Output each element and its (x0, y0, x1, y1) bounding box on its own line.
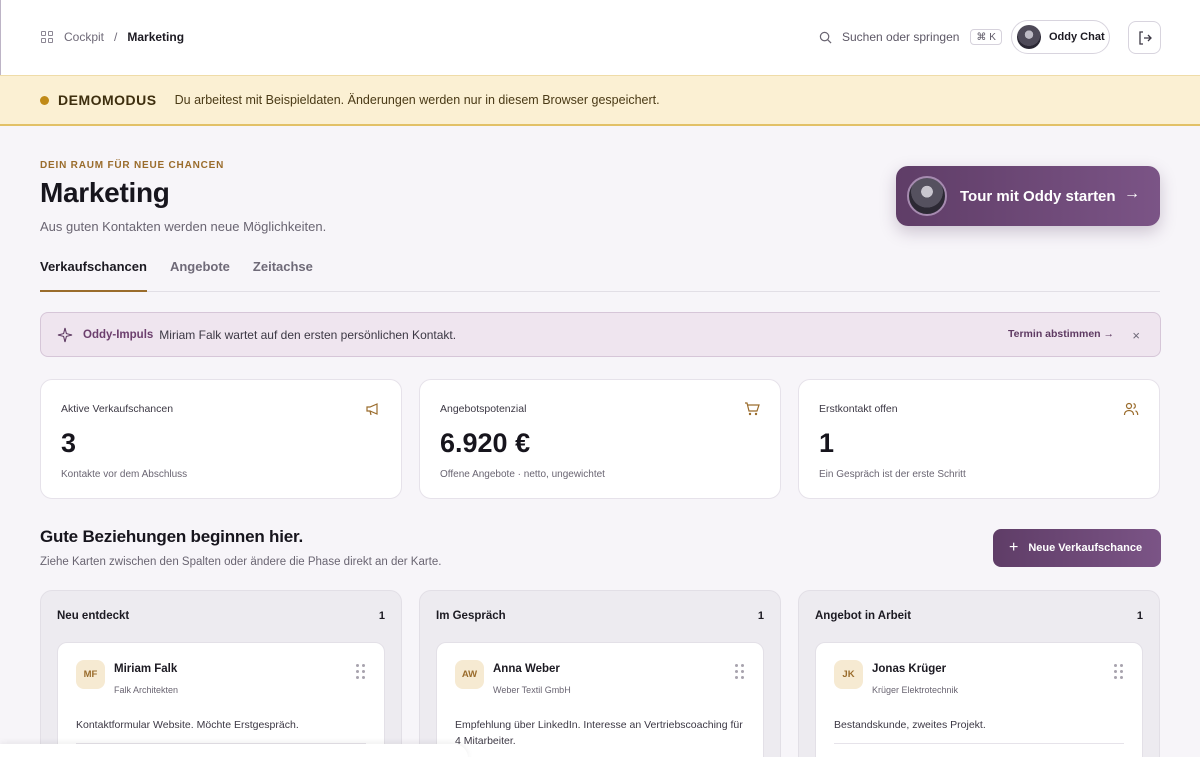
column-title: Im Gespräch (436, 610, 506, 622)
kanban-column-new: Neu entdeckt 1 MF Miriam Falk Falk Archi… (40, 590, 402, 757)
users-icon (1123, 402, 1139, 416)
drag-handle-icon[interactable] (356, 664, 365, 679)
card-note: Empfehlung über LinkedIn. Interesse an V… (455, 719, 743, 747)
oddy-avatar (1017, 25, 1041, 49)
new-opportunity-button[interactable]: + Neue Verkaufschance (993, 529, 1161, 567)
tab-zeitachse[interactable]: Zeitachse (253, 259, 313, 292)
search-trigger[interactable]: Suchen oder springen ⌘ K (819, 29, 1002, 45)
card-note: Bestandskunde, zweites Projekt. (834, 719, 986, 731)
breadcrumb: Cockpit / Marketing (41, 30, 184, 44)
breadcrumb-separator: / (114, 30, 118, 44)
contact-avatar: MF (76, 660, 105, 689)
tab-verkaufschancen[interactable]: Verkaufschancen (40, 259, 147, 292)
column-count: 1 (378, 610, 385, 622)
drag-handle-icon[interactable] (1114, 664, 1123, 679)
column-count: 1 (1136, 610, 1143, 622)
bottom-panel-edge (0, 744, 468, 757)
stat-label: Erstkontakt offen (819, 403, 898, 415)
drag-handle-icon[interactable] (735, 664, 744, 679)
stat-note: Ein Gespräch ist der erste Schritt (819, 469, 966, 480)
opportunity-card[interactable]: AW Anna Weber Weber Textil GmbH Empfehlu… (436, 642, 764, 757)
column-count: 1 (757, 610, 764, 622)
close-icon[interactable]: × (1132, 328, 1140, 343)
column-title: Neu entdeckt (57, 610, 130, 622)
stat-label: Angebotspotenzial (440, 403, 527, 415)
demo-mode-banner: DEMOMODUS Du arbeitest mit Beispieldaten… (0, 75, 1200, 126)
oddy-impulse-notice: Oddy-Impuls Miriam Falk wartet auf den e… (40, 312, 1161, 357)
kanban-column-in-conversation: Im Gespräch 1 AW Anna Weber Weber Textil… (419, 590, 781, 757)
contact-company: Krüger Elektrotechnik (872, 685, 959, 695)
page-title: Marketing (40, 177, 170, 208)
section-tabs: Verkaufschancen Angebote Zeitachse (40, 259, 1160, 292)
card-divider (834, 743, 1124, 744)
megaphone-icon (366, 403, 378, 416)
contact-name: Jonas Krüger (872, 663, 947, 675)
cart-icon (745, 402, 760, 416)
contact-avatar: JK (834, 660, 863, 689)
apps-grid-icon[interactable] (41, 31, 53, 43)
schedule-appointment-link[interactable]: Termin abstimmen → (1008, 328, 1114, 340)
opportunity-card[interactable]: JK Jonas Krüger Krüger Elektrotechnik Be… (815, 642, 1143, 757)
column-title: Angebot in Arbeit (815, 610, 912, 622)
search-label: Suchen oder springen (842, 30, 960, 44)
impulse-label: Oddy-Impuls (83, 328, 154, 341)
stat-note: Kontakte vor dem Abschluss (61, 469, 188, 480)
sparkle-icon (57, 327, 73, 342)
start-tour-button[interactable]: Tour mit Oddy starten → (896, 166, 1160, 226)
oddy-robot-avatar (907, 176, 947, 216)
stat-value: 6.920 € (440, 428, 531, 458)
stat-note: Offene Angebote · netto, ungewichtet (440, 469, 605, 480)
demo-mode-title: DEMOMODUS (58, 92, 157, 108)
card-note: Kontaktformular Website. Möchte Erstgesp… (76, 719, 299, 731)
opportunity-card[interactable]: MF Miriam Falk Falk Architekten Kontaktf… (57, 642, 385, 757)
contact-name: Miriam Falk (114, 663, 178, 675)
kanban-column-offer-in-progress: Angebot in Arbeit 1 JK Jonas Krüger Krüg… (798, 590, 1160, 757)
stat-value: 1 (819, 428, 835, 458)
stat-label: Aktive Verkaufschancen (61, 403, 174, 415)
new-opportunity-label: Neue Verkaufschance (1028, 542, 1143, 554)
oddy-chat-button[interactable]: Oddy Chat (1011, 20, 1110, 54)
breadcrumb-cockpit-link[interactable]: Cockpit (64, 30, 104, 44)
stat-card-offer-potential: Angebotspotenzial 6.920 € Offene Angebot… (419, 379, 781, 499)
search-icon (819, 31, 832, 43)
section-subtitle: Ziehe Karten zwischen den Spalten oder ä… (40, 556, 442, 568)
plus-icon: + (1009, 539, 1019, 556)
section-title: Gute Beziehungen beginnen hier. (40, 527, 303, 546)
page-eyebrow: DEIN RAUM FÜR NEUE CHANCEN (40, 160, 225, 171)
contact-name: Anna Weber (493, 663, 560, 675)
tab-angebote[interactable]: Angebote (170, 259, 230, 292)
top-bar: Cockpit / Marketing Suchen oder springen… (0, 0, 1200, 75)
contact-company: Falk Architekten (114, 685, 179, 695)
logout-button[interactable] (1128, 21, 1161, 54)
impulse-text: Miriam Falk wartet auf den ersten persön… (159, 327, 457, 342)
breadcrumb-current: Marketing (127, 30, 185, 44)
contact-avatar: AW (455, 660, 484, 689)
stat-card-active-opportunities: Aktive Verkaufschancen 3 Kontakte vor de… (40, 379, 402, 499)
arrow-right-icon: → (1124, 185, 1140, 202)
oddy-chat-label: Oddy Chat (1049, 31, 1105, 43)
contact-company: Weber Textil GmbH (493, 685, 571, 695)
page-subtitle: Aus guten Kontakten werden neue Möglichk… (40, 219, 327, 234)
logout-icon (1138, 30, 1152, 45)
search-shortcut-badge: ⌘ K (970, 29, 1002, 45)
stat-value: 3 (61, 428, 77, 458)
demo-mode-text: Du arbeitest mit Beispieldaten. Änderung… (174, 93, 660, 107)
start-tour-label: Tour mit Oddy starten (960, 187, 1116, 205)
status-dot-icon (40, 95, 49, 105)
stat-card-first-contact: Erstkontakt offen 1 Ein Gespräch ist der… (798, 379, 1160, 499)
